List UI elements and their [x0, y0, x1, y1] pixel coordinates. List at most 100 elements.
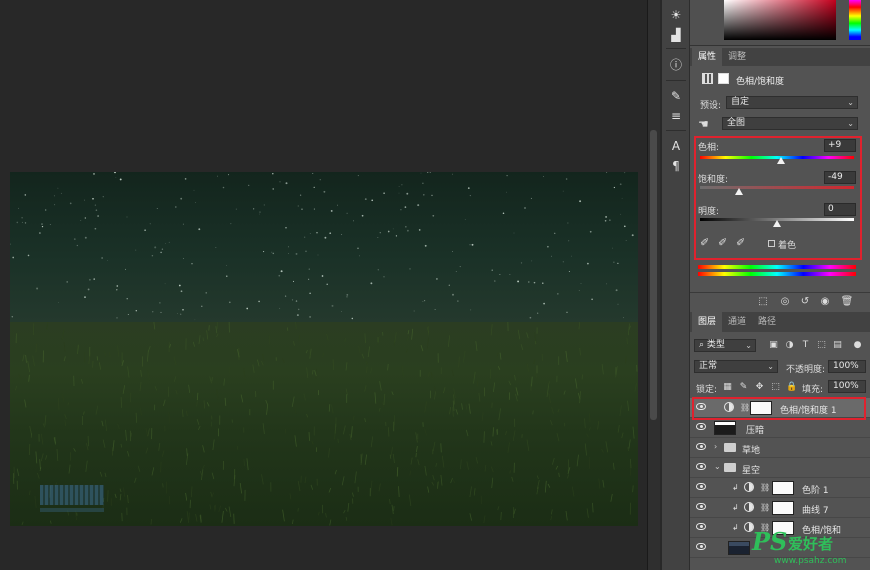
grass-blade	[317, 511, 320, 516]
opacity-field[interactable]: 100%	[828, 360, 866, 373]
eyedropper-minus-icon[interactable]: ✐	[736, 236, 745, 249]
hand-adjust-icon[interactable]: ☚	[698, 117, 709, 131]
layer-name[interactable]: 压暗	[746, 423, 764, 436]
saturation-value-field[interactable]: -49	[824, 171, 856, 184]
histogram-icon[interactable]: ▟	[666, 26, 686, 44]
lock-image-icon[interactable]: ✎	[738, 382, 749, 393]
filter-pixel-icon[interactable]: ▣	[768, 340, 779, 351]
link-icon[interactable]: ⛓	[760, 503, 770, 512]
channel-select[interactable]: 全图 ⌄	[722, 117, 858, 130]
delete-icon[interactable]: 🗑	[840, 296, 854, 308]
lock-artboard-icon[interactable]: ⬚	[770, 382, 781, 393]
star-dot	[448, 284, 450, 286]
filter-smart-object-icon[interactable]: ▤	[832, 340, 843, 351]
info-icon[interactable]: ⓘ	[666, 56, 686, 74]
layer-row[interactable]: 压暗	[690, 418, 870, 438]
grass-blade	[364, 385, 367, 392]
link-icon[interactable]: ⛓	[760, 483, 770, 492]
view-previous-icon[interactable]: ◎	[778, 296, 792, 308]
layer-name[interactable]: 星空	[742, 463, 760, 476]
chevron-right-icon[interactable]: ›	[714, 442, 717, 451]
tab-paths[interactable]: 路径	[752, 312, 782, 332]
star-dot	[361, 214, 364, 217]
star-dot	[337, 204, 338, 206]
visibility-eye-icon[interactable]	[696, 423, 706, 430]
document-canvas-area[interactable]	[0, 0, 648, 570]
filter-toggle-icon[interactable]: ●	[852, 340, 863, 351]
visibility-eye-icon[interactable]	[696, 463, 706, 470]
visibility-eye-icon[interactable]	[696, 503, 706, 510]
saturation-slider-thumb[interactable]	[735, 188, 744, 195]
visibility-eye-icon[interactable]	[696, 443, 706, 450]
lock-position-icon[interactable]: ✥	[754, 382, 765, 393]
paragraph-icon[interactable]: ¶	[666, 157, 686, 175]
grass-blade	[221, 510, 224, 523]
grass-blade	[195, 513, 198, 522]
lightness-slider-thumb[interactable]	[773, 220, 781, 227]
star-dot	[183, 258, 184, 259]
grass-blade	[210, 421, 213, 427]
brush-icon[interactable]: ✎	[666, 87, 686, 105]
adjustment-layer-icon[interactable]	[702, 73, 713, 84]
hue-slider-thumb[interactable]	[776, 157, 785, 164]
grass-blade	[391, 504, 394, 515]
clip-to-layer-icon[interactable]: ⬚	[756, 296, 770, 308]
fill-field[interactable]: 100%	[828, 380, 866, 393]
layer-row[interactable]: › 草地	[690, 438, 870, 458]
lightness-value-field[interactable]: 0	[824, 203, 856, 216]
blend-mode-select[interactable]: 正常 ⌄	[694, 360, 778, 373]
layer-row[interactable]: ⌄ 星空	[690, 458, 870, 478]
reset-icon[interactable]: ↺	[798, 296, 812, 308]
tab-adjustments[interactable]: 调整	[722, 48, 752, 66]
grass-blade	[29, 425, 32, 435]
star-dot	[304, 236, 306, 238]
saturation-slider-track[interactable]	[700, 186, 854, 189]
grass-blade	[449, 406, 452, 415]
site-watermark: PS 爱好者 www.psahz.com	[752, 527, 868, 569]
color-picker[interactable]	[690, 0, 870, 46]
lock-transparent-icon[interactable]: ▦	[722, 382, 733, 393]
filter-type-icon[interactable]: T	[800, 340, 811, 351]
search-icon: ⌕	[699, 340, 707, 350]
grass-blade	[532, 410, 534, 415]
hue-value-field[interactable]: +9	[824, 139, 856, 152]
mask-icon[interactable]	[718, 73, 729, 84]
visibility-icon[interactable]: ◉	[818, 296, 832, 308]
layer-name[interactable]: 曲线 7	[802, 503, 829, 516]
star-dot	[272, 188, 274, 190]
layer-name[interactable]: 草地	[742, 443, 760, 456]
tab-properties[interactable]: 属性	[692, 48, 723, 66]
chevron-down-icon[interactable]: ⌄	[714, 462, 721, 471]
visibility-eye-icon[interactable]	[696, 543, 706, 550]
filter-shape-icon[interactable]: ⬚	[816, 340, 827, 351]
brightness-icon[interactable]: ☀	[666, 6, 686, 24]
brush-settings-icon[interactable]: ≡	[666, 107, 686, 125]
star-dot	[357, 247, 359, 250]
document-image[interactable]	[10, 172, 638, 526]
layer-row[interactable]: ↲ ⛓ 曲线 7	[690, 498, 870, 518]
tab-layers[interactable]: 图层	[692, 312, 723, 332]
star-dot	[317, 254, 319, 256]
character-icon[interactable]: A	[666, 137, 686, 155]
eyedropper-plus-icon[interactable]: ✐	[718, 236, 727, 249]
star-dot	[571, 255, 572, 257]
layer-name[interactable]: 色阶 1	[802, 483, 829, 496]
colorize-checkbox[interactable]	[768, 240, 775, 247]
grass-blade	[424, 401, 427, 413]
visibility-eye-icon[interactable]	[696, 483, 706, 490]
scrollbar-thumb[interactable]	[650, 130, 657, 420]
visibility-eye-icon[interactable]	[696, 523, 706, 530]
layer-row[interactable]: ↲ ⛓ 色阶 1	[690, 478, 870, 498]
preset-select[interactable]: 自定 ⌄	[726, 96, 858, 109]
lock-all-icon[interactable]: 🔒	[786, 382, 797, 393]
color-field[interactable]	[724, 0, 836, 40]
hue-strip[interactable]	[849, 0, 861, 40]
layer-mask-thumbnail[interactable]	[772, 501, 794, 515]
grass-blade	[567, 474, 569, 479]
grass-blade	[210, 491, 213, 498]
eyedropper-icon[interactable]: ✐	[700, 236, 709, 249]
filter-adjustment-icon[interactable]: ◑	[784, 340, 795, 351]
layer-mask-thumbnail[interactable]	[772, 481, 794, 495]
tab-channels[interactable]: 通道	[722, 312, 752, 332]
filter-kind-select[interactable]: ⌕ 类型 ⌄	[694, 339, 756, 352]
